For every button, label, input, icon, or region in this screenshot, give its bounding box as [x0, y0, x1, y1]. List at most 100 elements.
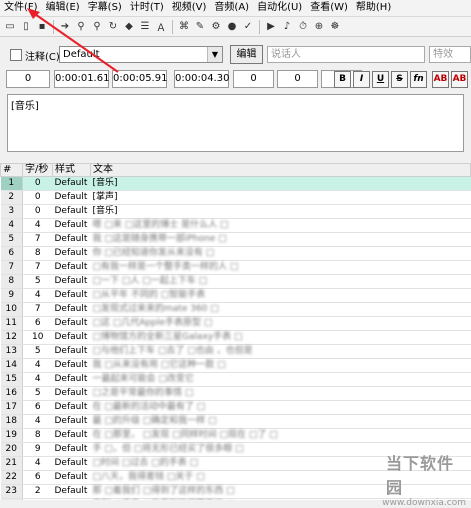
menu-item-3[interactable]: 计时(T): [126, 0, 168, 16]
table-row[interactable]: 4 4 Default 嗯 □来 □这里的博士 是什么人 □: [0, 218, 471, 233]
table-row[interactable]: 9 4 Default □从平年 不同的 □智能手表: [0, 288, 471, 303]
cell-cps: 0: [22, 204, 53, 219]
margin-left-input[interactable]: 0: [233, 70, 274, 88]
table-row[interactable]: 19 8 Default 在 □那里， □发现 □同样时间 □现在 □了 □: [0, 428, 471, 443]
menu-item-2[interactable]: 字幕(S): [84, 0, 126, 16]
table-row[interactable]: 18 4 Default 最 □的升级 □确定和我一样 □: [0, 414, 471, 429]
table-row[interactable]: 11 6 Default □这 □几代Apple手表原型 □: [0, 316, 471, 331]
start-time-input[interactable]: 0:00:01.61: [54, 70, 109, 88]
font-button[interactable]: fn: [410, 71, 427, 88]
italic-button[interactable]: I: [353, 71, 370, 88]
end-time-input[interactable]: 0:00:05.91: [112, 70, 167, 88]
bold-button[interactable]: B: [334, 71, 351, 88]
cell-n: 11: [0, 316, 23, 331]
primary-color-button[interactable]: AB: [432, 71, 449, 88]
edit-row-times: 0 0:00:01.61 0:00:05.91 0:00:04.30 0 0 0…: [0, 70, 471, 90]
fonts-icon[interactable]: Ａ: [154, 20, 168, 34]
cell-text: □这 □几代Apple手表原型 □: [90, 316, 471, 331]
menu-item-7[interactable]: 查看(W): [306, 0, 352, 16]
video-icon[interactable]: ▶: [264, 20, 278, 34]
cell-cps: 4: [22, 372, 53, 387]
cell-cps: 4: [22, 414, 53, 429]
strikeout-button[interactable]: S: [391, 71, 408, 88]
duration-input[interactable]: 0:00:04.30: [174, 70, 229, 88]
menu-item-1[interactable]: 编辑(E): [42, 0, 84, 16]
search-icon[interactable]: ⚲: [74, 20, 88, 34]
cell-style: Default: [52, 414, 91, 429]
attachments-icon[interactable]: ⌘: [177, 20, 191, 34]
open-icon[interactable]: ▯: [19, 20, 33, 34]
automation-icon[interactable]: ⚙: [209, 20, 223, 34]
zoom-icon[interactable]: ⊕: [312, 20, 326, 34]
cell-n: 18: [0, 414, 23, 429]
color-icon[interactable]: ●: [225, 20, 239, 34]
cell-n: 8: [0, 274, 23, 289]
menu-item-8[interactable]: 帮助(H): [352, 0, 395, 16]
table-row[interactable]: 14 4 Default 我 □从来没有用 □它这种一款 □: [0, 358, 471, 373]
cell-text: [掌声]: [90, 190, 471, 205]
effect-input[interactable]: 特效: [429, 46, 471, 63]
subtitle-text-editor[interactable]: [音乐]: [7, 94, 464, 152]
new-file-icon[interactable]: ▭: [3, 20, 17, 34]
table-row[interactable]: 1 0 Default [音乐]: [0, 176, 471, 191]
table-row[interactable]: 15 4 Default 一最起来可能会 □改变它: [0, 372, 471, 387]
timing-icon[interactable]: ⏱: [296, 20, 310, 34]
cell-text: □之是平常最你的事情 □: [90, 386, 471, 401]
cell-n: 1: [0, 176, 23, 191]
style-select[interactable]: Default ▼: [59, 46, 223, 63]
menu-item-0[interactable]: 文件(F): [0, 0, 42, 16]
properties-icon[interactable]: ☰: [138, 20, 152, 34]
toolbar: ▭ ▯ ▪ ➔ ⚲ ⚲ ↻ ◆ ☰ Ａ ⌘ ✎ ⚙ ● ✓ ▶ ♪ ⏱ ⊕ ☸: [0, 17, 471, 37]
toolbar-separator: [172, 19, 173, 34]
chevron-down-icon: ▼: [207, 47, 222, 62]
spellcheck-icon[interactable]: ✓: [241, 20, 255, 34]
cell-n: 16: [0, 386, 23, 401]
header-text[interactable]: 文本: [90, 163, 471, 177]
table-row[interactable]: 17 6 Default 在 □最新的活动中最有了 □: [0, 400, 471, 415]
table-row[interactable]: 13 5 Default □与他们上下车 □去了 □也由 ，也但是: [0, 344, 471, 359]
cell-n: 6: [0, 246, 23, 261]
menu-item-4[interactable]: 视频(V): [168, 0, 211, 16]
style-icon[interactable]: ◆: [122, 20, 136, 34]
cell-style: Default: [52, 274, 91, 289]
secondary-color-button[interactable]: AB: [451, 71, 468, 88]
cell-cps: 0: [22, 190, 53, 205]
table-row[interactable]: 3 0 Default [音乐]: [0, 204, 471, 219]
cell-cps: 7: [22, 302, 53, 317]
menu-item-5[interactable]: 音频(A): [210, 0, 253, 16]
layer-input[interactable]: 0: [6, 70, 50, 88]
actor-input[interactable]: 说话人: [267, 46, 425, 63]
header-cps[interactable]: 字/秒: [22, 163, 53, 177]
table-row[interactable]: 5 7 Default 我 □这是随身携带一部iPhone □: [0, 232, 471, 247]
cell-text: 在 □那里， □发现 □同样时间 □现在 □了 □: [90, 428, 471, 443]
cell-cps: 8: [22, 246, 53, 261]
replace-icon[interactable]: ↻: [106, 20, 120, 34]
audio-icon[interactable]: ♪: [280, 20, 294, 34]
table-row[interactable]: 6 8 Default 你 □已经知道你发从来没有 □: [0, 246, 471, 261]
table-row[interactable]: 12 10 Default □博物馆方的全新三星Galaxy手表 □: [0, 330, 471, 345]
table-row[interactable]: 7 7 Default □有我一样是一个整手类一样的人 □: [0, 260, 471, 275]
arrow-icon[interactable]: ➔: [58, 20, 72, 34]
cell-text: □博物馆方的全新三星Galaxy手表 □: [90, 330, 471, 345]
cell-n: 13: [0, 344, 23, 359]
comment-checkbox[interactable]: [10, 49, 22, 61]
search-next-icon[interactable]: ⚲: [90, 20, 104, 34]
cell-style: Default: [52, 484, 91, 499]
edit-style-button[interactable]: 编辑: [230, 45, 263, 64]
margin-right-input[interactable]: 0: [277, 70, 318, 88]
settings-icon[interactable]: ☸: [328, 20, 342, 34]
cell-text: □有我一样是一个整手类一样的人 □: [90, 260, 471, 275]
header-style[interactable]: 样式: [52, 163, 91, 177]
table-row[interactable]: 10 7 Default □发现式过来来的mate 360 □: [0, 302, 471, 317]
header-number[interactable]: #: [0, 163, 23, 177]
table-row[interactable]: 16 5 Default □之是平常最你的事情 □: [0, 386, 471, 401]
cell-n: 19: [0, 428, 23, 443]
table-row[interactable]: 8 5 Default □一下 □人 □一起上下车 □: [0, 274, 471, 289]
table-row[interactable]: 2 0 Default [掌声]: [0, 190, 471, 205]
menu-item-6[interactable]: 自动化(U): [253, 0, 306, 16]
script-icon[interactable]: ✎: [193, 20, 207, 34]
save-icon[interactable]: ▪: [35, 20, 49, 34]
cell-style: Default: [52, 470, 91, 485]
cell-n: 15: [0, 372, 23, 387]
underline-button[interactable]: U: [372, 71, 389, 88]
